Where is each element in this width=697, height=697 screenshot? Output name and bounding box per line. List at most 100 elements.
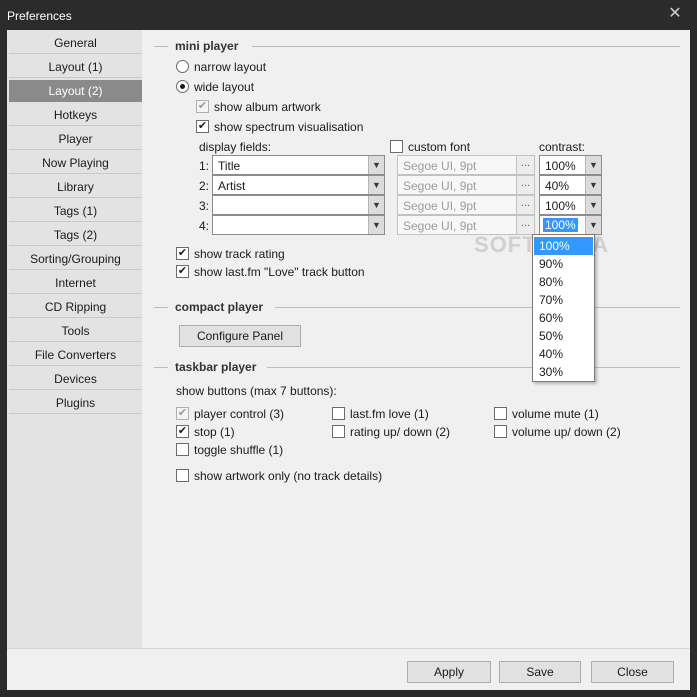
chevron-down-icon[interactable]: ▼ bbox=[368, 196, 384, 214]
contrast-option[interactable]: 90% bbox=[534, 255, 593, 273]
chevron-down-icon[interactable]: ▼ bbox=[368, 176, 384, 194]
volume-mute-checkbox[interactable] bbox=[494, 407, 507, 420]
compact-player-heading: compact player bbox=[175, 300, 264, 314]
toggle-shuffle-checkbox[interactable] bbox=[176, 443, 189, 456]
section-divider bbox=[275, 307, 680, 308]
show-lastfm-love-checkbox[interactable]: ✔ bbox=[176, 265, 189, 278]
contrast-2-select[interactable]: 40% ▼ bbox=[539, 175, 602, 195]
sidebar-item-plugins[interactable]: Plugins bbox=[9, 392, 142, 414]
contrast-2-value: 40% bbox=[545, 179, 570, 193]
narrow-layout-label: narrow layout bbox=[194, 60, 267, 74]
font-field-2: Segoe UI, 9pt ... bbox=[397, 175, 535, 195]
section-divider bbox=[154, 307, 168, 308]
lastfm-love-checkbox[interactable] bbox=[332, 407, 345, 420]
sidebar-item-layout-2[interactable]: Layout (2) bbox=[9, 80, 142, 102]
volume-up-down-checkbox[interactable] bbox=[494, 425, 507, 438]
custom-font-checkbox[interactable] bbox=[390, 140, 403, 153]
close-button[interactable]: Close bbox=[591, 661, 674, 683]
contrast-option[interactable]: 50% bbox=[534, 327, 593, 345]
sidebar-item-now-playing[interactable]: Now Playing bbox=[9, 152, 142, 174]
section-divider bbox=[267, 367, 680, 368]
font-field-1-value: Segoe UI, 9pt bbox=[403, 159, 477, 173]
chevron-down-icon[interactable]: ▼ bbox=[585, 156, 601, 174]
section-divider bbox=[154, 46, 168, 47]
contrast-option[interactable]: 60% bbox=[534, 309, 593, 327]
font-field-4-value: Segoe UI, 9pt bbox=[403, 219, 477, 233]
contrast-1-value: 100% bbox=[545, 159, 576, 173]
rating-up-down-label: rating up/ down (2) bbox=[350, 425, 451, 439]
configure-panel-button[interactable]: Configure Panel bbox=[179, 325, 301, 347]
contrast-option[interactable]: 30% bbox=[534, 363, 593, 381]
show-track-rating-checkbox[interactable]: ✔ bbox=[176, 247, 189, 260]
display-field-2-select[interactable]: Artist ▼ bbox=[212, 175, 385, 195]
contrast-label: contrast: bbox=[539, 140, 586, 154]
show-album-artwork-label: show album artwork bbox=[214, 100, 321, 114]
sidebar-item-tools[interactable]: Tools bbox=[9, 320, 142, 342]
sidebar-item-library[interactable]: Library bbox=[9, 176, 142, 198]
contrast-option[interactable]: 100% bbox=[534, 237, 593, 255]
chevron-down-icon[interactable]: ▼ bbox=[585, 196, 601, 214]
font-field-2-value: Segoe UI, 9pt bbox=[403, 179, 477, 193]
sidebar-item-tags-1[interactable]: Tags (1) bbox=[9, 200, 142, 222]
show-spectrum-checkbox[interactable]: ✔ bbox=[196, 120, 209, 133]
chevron-down-icon[interactable]: ▼ bbox=[585, 176, 601, 194]
contrast-4-value: 100% bbox=[543, 218, 578, 232]
stop-label: stop (1) bbox=[194, 425, 235, 439]
font-field-1: Segoe UI, 9pt ... bbox=[397, 155, 535, 175]
close-icon[interactable]: ✕ bbox=[667, 6, 683, 22]
display-field-1-select[interactable]: Title ▼ bbox=[212, 155, 385, 175]
lastfm-love-label: last.fm love (1) bbox=[350, 407, 429, 421]
row-number: 4: bbox=[199, 219, 210, 233]
dialog-footer: Apply Save Close bbox=[7, 648, 690, 690]
font-picker-button[interactable]: ... bbox=[516, 156, 534, 174]
chevron-down-icon[interactable]: ▼ bbox=[368, 156, 384, 174]
display-field-4-select[interactable]: ▼ bbox=[212, 215, 385, 235]
volume-up-down-label: volume up/ down (2) bbox=[512, 425, 621, 439]
section-divider bbox=[252, 46, 680, 47]
wide-layout-radio[interactable] bbox=[176, 80, 189, 93]
show-lastfm-love-label: show last.fm "Love" track button bbox=[194, 265, 365, 279]
sidebar-item-cd-ripping[interactable]: CD Ripping bbox=[9, 296, 142, 318]
rating-up-down-checkbox[interactable] bbox=[332, 425, 345, 438]
window-title: Preferences bbox=[7, 9, 72, 23]
sidebar-item-devices[interactable]: Devices bbox=[9, 368, 142, 390]
display-field-1-value: Title bbox=[218, 159, 241, 173]
contrast-3-select[interactable]: 100% ▼ bbox=[539, 195, 602, 215]
title-bar[interactable]: Preferences ✕ bbox=[0, 0, 697, 30]
narrow-layout-radio[interactable] bbox=[176, 60, 189, 73]
show-artwork-only-label: show artwork only (no track details) bbox=[194, 469, 383, 483]
save-button[interactable]: Save bbox=[499, 661, 581, 683]
sidebar-item-sorting-grouping[interactable]: Sorting/Grouping bbox=[9, 248, 142, 270]
display-field-3-select[interactable]: ▼ bbox=[212, 195, 385, 215]
contrast-3-value: 100% bbox=[545, 199, 576, 213]
contrast-option[interactable]: 80% bbox=[534, 273, 593, 291]
sidebar-item-internet[interactable]: Internet bbox=[9, 272, 142, 294]
chevron-down-icon[interactable]: ▼ bbox=[368, 216, 384, 234]
show-album-artwork-checkbox[interactable]: ✔ bbox=[196, 100, 209, 113]
row-number: 1: bbox=[199, 159, 210, 173]
font-picker-button[interactable]: ... bbox=[516, 176, 534, 194]
wide-layout-label: wide layout bbox=[194, 80, 255, 94]
preferences-window: Preferences ✕ General Layout (1) Layout … bbox=[0, 0, 697, 697]
mini-player-heading: mini player bbox=[175, 39, 239, 53]
contrast-option[interactable]: 40% bbox=[534, 345, 593, 363]
player-control-label: player control (3) bbox=[194, 407, 285, 421]
settings-panel: mini player narrow layout wide layout ✔ … bbox=[142, 30, 690, 648]
player-control-checkbox[interactable]: ✔ bbox=[176, 407, 189, 420]
display-field-2-value: Artist bbox=[218, 179, 246, 193]
stop-checkbox[interactable]: ✔ bbox=[176, 425, 189, 438]
contrast-dropdown-list: 100% 90% 80% 70% 60% 50% 40% 30% bbox=[532, 234, 595, 382]
contrast-option[interactable]: 70% bbox=[534, 291, 593, 309]
sidebar-item-player[interactable]: Player bbox=[9, 128, 142, 150]
sidebar-item-tags-2[interactable]: Tags (2) bbox=[9, 224, 142, 246]
show-artwork-only-checkbox[interactable] bbox=[176, 469, 189, 482]
sidebar-item-layout-1[interactable]: Layout (1) bbox=[9, 56, 142, 78]
sidebar-item-general[interactable]: General bbox=[9, 32, 142, 54]
sidebar: General Layout (1) Layout (2) Hotkeys Pl… bbox=[7, 30, 142, 648]
sidebar-item-hotkeys[interactable]: Hotkeys bbox=[9, 104, 142, 126]
show-spectrum-label: show spectrum visualisation bbox=[214, 120, 364, 134]
contrast-1-select[interactable]: 100% ▼ bbox=[539, 155, 602, 175]
sidebar-item-file-converters[interactable]: File Converters bbox=[9, 344, 142, 366]
apply-button[interactable]: Apply bbox=[407, 661, 491, 683]
font-picker-button[interactable]: ... bbox=[516, 196, 534, 214]
